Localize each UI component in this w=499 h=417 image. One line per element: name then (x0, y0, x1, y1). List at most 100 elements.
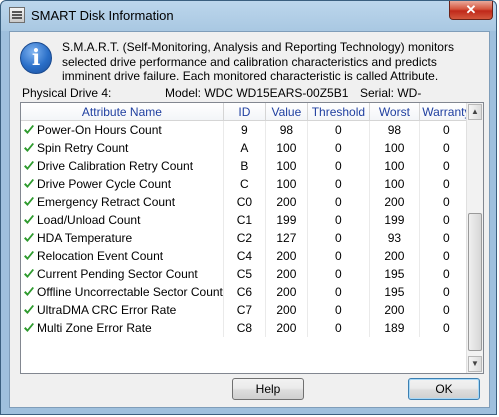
attribute-worst-cell: 195 (369, 265, 420, 283)
attribute-value-cell: 100 (265, 139, 308, 157)
attribute-threshold-cell: 0 (307, 265, 370, 283)
attribute-threshold-cell: 0 (307, 283, 370, 301)
attribute-id-cell: B (223, 157, 266, 175)
green-check-icon (24, 251, 34, 260)
table-row[interactable]: Drive Calibration Retry Count B 100 0 100 0 (21, 157, 474, 175)
help-button[interactable]: Help (232, 378, 304, 400)
attribute-value-cell: 200 (265, 193, 308, 211)
attribute-worst-cell: 100 (369, 139, 420, 157)
attribute-value-cell: 200 (265, 319, 308, 337)
attribute-name-cell: UltraDMA CRC Error Rate (21, 301, 224, 319)
attribute-worst-cell: 200 (369, 247, 420, 265)
table-row[interactable]: UltraDMA CRC Error Rate C7 200 0 200 0 (21, 301, 474, 319)
attribute-worst-cell: 199 (369, 211, 420, 229)
attribute-name: UltraDMA CRC Error Rate (37, 303, 177, 317)
attribute-value-cell: 200 (265, 283, 308, 301)
attribute-id-cell: C1 (223, 211, 266, 229)
attribute-name: Load/Unload Count (37, 213, 141, 227)
attribute-name: Drive Power Cycle Count (37, 177, 172, 191)
attribute-name: Offline Uncorrectable Sector Count (37, 285, 223, 299)
attribute-threshold-cell: 0 (307, 229, 370, 247)
table-row[interactable]: Offline Uncorrectable Sector Count C6 200 0… (21, 283, 474, 301)
attribute-threshold-cell: 0 (307, 193, 370, 211)
attribute-name-cell: Drive Calibration Retry Count (21, 157, 224, 175)
attributes-table: Attribute Name ID Value Threshold Worst … (21, 103, 474, 337)
vertical-scrollbar[interactable]: ▲ ▼ (466, 103, 483, 373)
attribute-value-cell: 200 (265, 301, 308, 319)
attribute-id-cell: C2 (223, 229, 266, 247)
attribute-name: Power-On Hours Count (37, 123, 162, 137)
scroll-up-button[interactable]: ▲ (468, 104, 482, 120)
attribute-id-cell: C (223, 175, 266, 193)
attribute-name-cell: HDA Temperature (21, 229, 224, 247)
attribute-threshold-cell: 0 (307, 301, 370, 319)
info-description: S.M.A.R.T. (Self-Monitoring, Analysis an… (62, 40, 454, 83)
attribute-id-cell: C8 (223, 319, 266, 337)
attribute-name-cell: Current Pending Sector Count (21, 265, 224, 283)
table-row[interactable]: Spin Retry Count A 100 0 100 0 (21, 139, 474, 157)
app-icon (9, 7, 25, 23)
attribute-value-cell: 98 (265, 120, 308, 139)
attribute-threshold-cell: 0 (307, 211, 370, 229)
table-row[interactable]: Emergency Retract Count C0 200 0 200 0 (21, 193, 474, 211)
attribute-threshold-cell: 0 (307, 319, 370, 337)
table-row[interactable]: Drive Power Cycle Count C 100 0 100 0 (21, 175, 474, 193)
green-check-icon (24, 215, 34, 224)
scrollbar-thumb[interactable] (468, 213, 482, 351)
attribute-name: Emergency Retract Count (37, 195, 176, 209)
attribute-id-cell: A (223, 139, 266, 157)
attribute-value-cell: 199 (265, 211, 308, 229)
attribute-worst-cell: 100 (369, 175, 420, 193)
attribute-id-cell: C6 (223, 283, 266, 301)
green-check-icon (24, 305, 34, 314)
table-row[interactable]: Relocation Event Count C4 200 0 200 0 (21, 247, 474, 265)
column-header-value[interactable]: Value (265, 103, 308, 121)
attribute-name-cell: Multi Zone Error Rate (21, 319, 224, 337)
attribute-name-cell: Load/Unload Count (21, 211, 224, 229)
table-row[interactable]: Multi Zone Error Rate C8 200 0 189 0 (21, 319, 474, 337)
attribute-id-cell: C0 (223, 193, 266, 211)
window-title: SMART Disk Information (31, 8, 174, 23)
attribute-value-cell: 200 (265, 247, 308, 265)
attribute-threshold-cell: 0 (307, 139, 370, 157)
attribute-worst-cell: 189 (369, 319, 420, 337)
table-row[interactable]: Load/Unload Count C1 199 0 199 0 (21, 211, 474, 229)
attribute-name: Relocation Event Count (37, 249, 164, 263)
attribute-name: Current Pending Sector Count (37, 267, 198, 281)
close-button[interactable]: ✕ (449, 1, 493, 20)
attribute-worst-cell: 200 (369, 301, 420, 319)
green-check-icon (24, 161, 34, 170)
attribute-name: Drive Calibration Retry Count (37, 159, 194, 173)
title-bar[interactable]: SMART Disk Information ✕ (1, 1, 498, 31)
column-header-worst[interactable]: Worst (369, 103, 420, 121)
attribute-name: Spin Retry Count (37, 141, 129, 155)
attribute-worst-cell: 93 (369, 229, 420, 247)
green-check-icon (24, 197, 34, 206)
attribute-name-cell: Drive Power Cycle Count (21, 175, 224, 193)
attribute-threshold-cell: 0 (307, 157, 370, 175)
attribute-name: Multi Zone Error Rate (37, 321, 152, 335)
physical-drive-label: Physical Drive 4: (22, 86, 112, 100)
green-check-icon (24, 143, 34, 152)
table-header-row: Attribute Name ID Value Threshold Worst … (21, 103, 474, 121)
column-header-threshold[interactable]: Threshold (307, 103, 370, 121)
attribute-id-cell: C5 (223, 265, 266, 283)
column-header-attribute-name[interactable]: Attribute Name (21, 103, 224, 121)
green-check-icon (24, 233, 34, 242)
table-row[interactable]: HDA Temperature C2 127 0 93 0 (21, 229, 474, 247)
attribute-threshold-cell: 0 (307, 120, 370, 139)
table-row[interactable]: Current Pending Sector Count C5 200 0 195 0 (21, 265, 474, 283)
attribute-threshold-cell: 0 (307, 247, 370, 265)
attribute-threshold-cell: 0 (307, 175, 370, 193)
attribute-name-cell: Power-On Hours Count (21, 120, 224, 139)
attributes-list[interactable]: Attribute Name ID Value Threshold Worst … (20, 102, 484, 374)
attribute-value-cell: 100 (265, 175, 308, 193)
attribute-value-cell: 200 (265, 265, 308, 283)
attribute-worst-cell: 98 (369, 120, 420, 139)
ok-button[interactable]: OK (408, 378, 480, 400)
smart-dialog-window: SMART Disk Information ✕ i S.M.A.R.T. (S… (0, 0, 497, 415)
column-header-id[interactable]: ID (223, 103, 266, 121)
scroll-down-button[interactable]: ▼ (468, 356, 482, 372)
attribute-name-cell: Emergency Retract Count (21, 193, 224, 211)
table-row[interactable]: Power-On Hours Count 9 98 0 98 0 (21, 120, 474, 139)
